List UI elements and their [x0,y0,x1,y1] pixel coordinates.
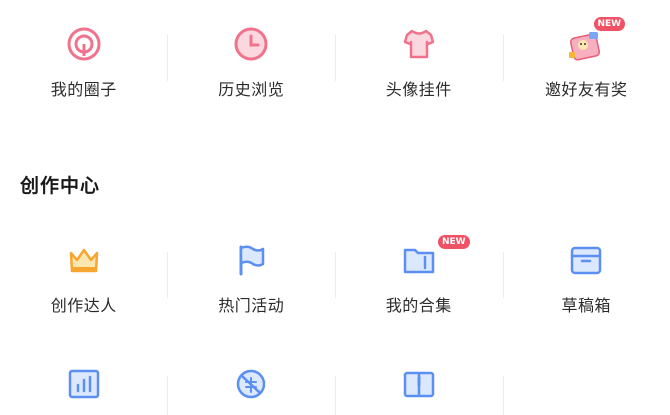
flag-icon [229,238,273,282]
divider [503,35,504,81]
tshirt-icon [397,22,441,66]
folder-icon [397,238,441,282]
divider [503,376,504,415]
my-circle-entry[interactable]: 我的圈子 [0,22,168,100]
divider [335,35,336,81]
divider [503,252,504,298]
creation-guide-entry[interactable] [335,362,503,406]
bar-chart-icon [62,362,106,406]
divider [335,252,336,298]
empty-cell [503,362,670,406]
creator-talent-entry[interactable]: 创作达人 [0,238,168,316]
new-badge: NEW [438,235,470,249]
circle-icon [62,22,106,66]
book-icon [397,362,441,406]
divider [167,376,168,415]
clock-icon [229,22,273,66]
history-entry[interactable]: 历史浏览 [168,22,336,100]
crown-icon [62,238,106,282]
archive-box-icon [564,238,608,282]
history-label: 历史浏览 [218,80,285,99]
section-title: 创作中心 [20,175,101,197]
creator-talent-label: 创作达人 [50,296,117,315]
my-collection-label: 我的合集 [385,296,452,315]
data-center-entry[interactable] [0,362,168,406]
my-circle-label: 我的圈子 [50,80,117,99]
drafts-entry[interactable]: 草稿箱 [503,238,670,316]
invite-friends-entry[interactable]: NEW 邀好友有奖 [503,17,670,100]
my-collection-entry[interactable]: NEW 我的合集 [335,235,503,316]
hot-events-entry[interactable]: 热门活动 [168,238,336,316]
divider [167,35,168,81]
invite-friends-label: 邀好友有奖 [544,80,628,99]
new-badge: NEW [593,17,626,31]
divider [335,376,336,415]
avatar-pendant-label: 头像挂件 [385,80,452,99]
reward-stamp-icon [229,362,273,406]
avatar-pendant-entry[interactable]: 头像挂件 [335,22,503,100]
hot-events-label: 热门活动 [218,296,285,315]
rewards-entry[interactable] [168,362,336,406]
drafts-label: 草稿箱 [561,296,611,315]
divider [167,252,168,298]
